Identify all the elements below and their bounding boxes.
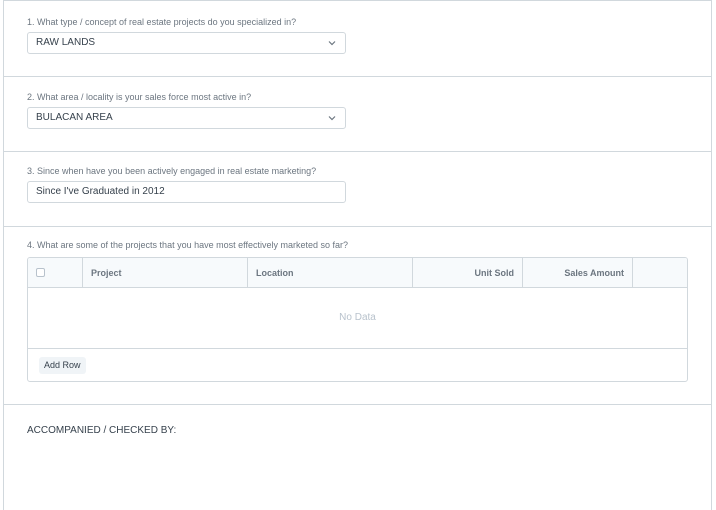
column-project: Project	[83, 258, 248, 288]
chevron-down-icon	[328, 41, 336, 46]
section-projects: 4. What are some of the projects that yo…	[4, 227, 711, 405]
section-accompanied: ACCOMPANIED / CHECKED BY:	[4, 405, 711, 510]
area-value: BULACAN AREA	[36, 112, 113, 123]
experience-input[interactable]: Since I've Graduated in 2012	[27, 181, 346, 203]
column-location: Location	[248, 258, 413, 288]
specialization-select[interactable]: RAW LANDS	[27, 32, 346, 54]
no-data-text: No Data	[339, 312, 376, 323]
form-container: 1. What type / concept of real estate pr…	[3, 0, 712, 510]
table-body: No Data	[28, 288, 687, 349]
checkbox-icon[interactable]	[36, 268, 45, 277]
question-4-label: 4. What are some of the projects that yo…	[27, 240, 348, 250]
select-all-cell	[28, 258, 83, 288]
chevron-down-icon	[328, 116, 336, 121]
experience-value: Since I've Graduated in 2012	[36, 186, 165, 197]
section-specialization: 1. What type / concept of real estate pr…	[4, 1, 711, 77]
accompanied-label: ACCOMPANIED / CHECKED BY:	[27, 425, 177, 436]
table-header: Project Location Unit Sold Sales Amount	[28, 258, 687, 288]
table-footer: Add Row	[28, 349, 687, 381]
question-3-label: 3. Since when have you been actively eng…	[27, 166, 317, 176]
column-sales-amount: Sales Amount	[523, 258, 633, 288]
question-2-label: 2. What area / locality is your sales fo…	[27, 92, 252, 102]
column-unit-sold: Unit Sold	[413, 258, 523, 288]
specialization-value: RAW LANDS	[36, 37, 96, 48]
question-1-label: 1. What type / concept of real estate pr…	[27, 17, 297, 27]
add-row-button[interactable]: Add Row	[39, 357, 86, 374]
section-experience: 3. Since when have you been actively eng…	[4, 152, 711, 227]
column-actions	[633, 258, 687, 288]
area-select[interactable]: BULACAN AREA	[27, 107, 346, 129]
section-area: 2. What area / locality is your sales fo…	[4, 77, 711, 152]
projects-table: Project Location Unit Sold Sales Amount …	[27, 257, 688, 382]
